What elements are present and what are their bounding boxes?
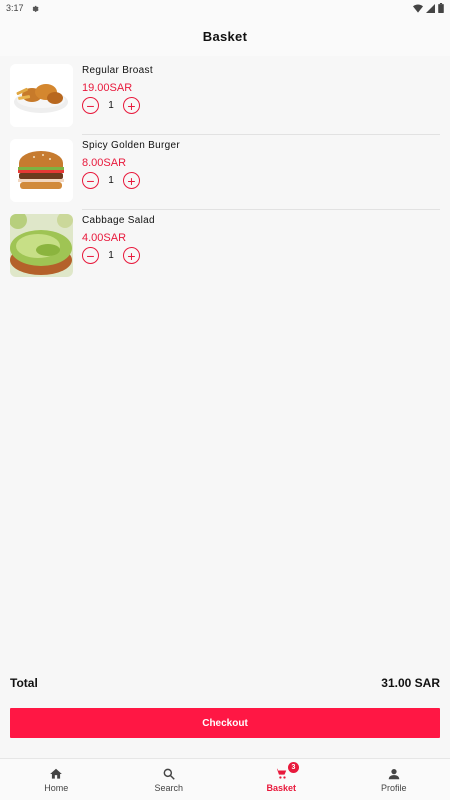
- search-icon: [163, 768, 175, 780]
- nav-item-basket[interactable]: 3 Basket: [225, 759, 338, 800]
- quantity-stepper: − 1 +: [82, 247, 155, 264]
- bottom-nav: Home Search 3 Basket Profile: [0, 758, 450, 800]
- decrease-button[interactable]: −: [82, 247, 99, 264]
- home-icon: [50, 768, 63, 779]
- basket-list: Regular Broast 19.00SAR − 1 + Spicy Gold…: [0, 60, 450, 285]
- quantity-stepper: − 1 +: [82, 172, 180, 189]
- settings-icon: [32, 5, 39, 12]
- quantity-value: 1: [108, 250, 114, 261]
- quantity-value: 1: [108, 175, 114, 186]
- checkout-button[interactable]: Checkout: [10, 708, 440, 738]
- item-price: 8.00SAR: [82, 157, 127, 169]
- total-label: Total: [10, 676, 38, 690]
- quantity-value: 1: [108, 100, 114, 111]
- app-bar: Basket: [0, 16, 450, 56]
- salad-image: [10, 214, 73, 277]
- quantity-stepper: − 1 +: [82, 97, 153, 114]
- item-name: Regular Broast: [82, 65, 153, 76]
- total-value: 31.00 SAR: [381, 676, 440, 690]
- item-info: Regular Broast 19.00SAR − 1 +: [82, 65, 153, 114]
- nav-label-home: Home: [44, 782, 69, 793]
- status-bar: 3:17: [0, 0, 450, 16]
- page-title: Basket: [202, 28, 248, 44]
- nav-label-search: Search: [154, 782, 184, 793]
- increase-button[interactable]: +: [123, 247, 140, 264]
- nav-label-basket: Basket: [266, 782, 297, 793]
- item-name: Cabbage Salad: [82, 215, 155, 226]
- item-price: 4.00SAR: [82, 232, 127, 244]
- battery-icon: [438, 3, 444, 13]
- wifi-icon: [413, 4, 423, 13]
- item-info: Spicy Golden Burger 8.00SAR − 1 +: [82, 140, 180, 189]
- burger-image: [10, 139, 73, 202]
- decrease-button[interactable]: −: [82, 172, 99, 189]
- item-name: Spicy Golden Burger: [82, 140, 180, 151]
- cart-icon: [275, 768, 287, 779]
- decrease-button[interactable]: −: [82, 97, 99, 114]
- item-info: Cabbage Salad 4.00SAR − 1 +: [82, 215, 155, 264]
- increase-button[interactable]: +: [123, 172, 140, 189]
- cart-badge: 3: [288, 762, 299, 773]
- list-item: Cabbage Salad 4.00SAR − 1 +: [0, 210, 450, 285]
- list-item: Spicy Golden Burger 8.00SAR − 1 +: [0, 135, 450, 210]
- nav-item-home[interactable]: Home: [0, 759, 113, 800]
- item-price: 19.00SAR: [82, 82, 133, 94]
- total-row: Total 31.00 SAR: [10, 676, 440, 690]
- list-item: Regular Broast 19.00SAR − 1 +: [0, 60, 450, 135]
- nav-item-profile[interactable]: Profile: [338, 759, 450, 800]
- status-time: 3:17: [6, 3, 24, 13]
- fried-chicken-image: [10, 64, 73, 127]
- nav-label-profile: Profile: [380, 782, 407, 793]
- person-icon: [388, 768, 399, 779]
- nav-item-search[interactable]: Search: [113, 759, 226, 800]
- increase-button[interactable]: +: [123, 97, 140, 114]
- signal-icon: [426, 3, 435, 13]
